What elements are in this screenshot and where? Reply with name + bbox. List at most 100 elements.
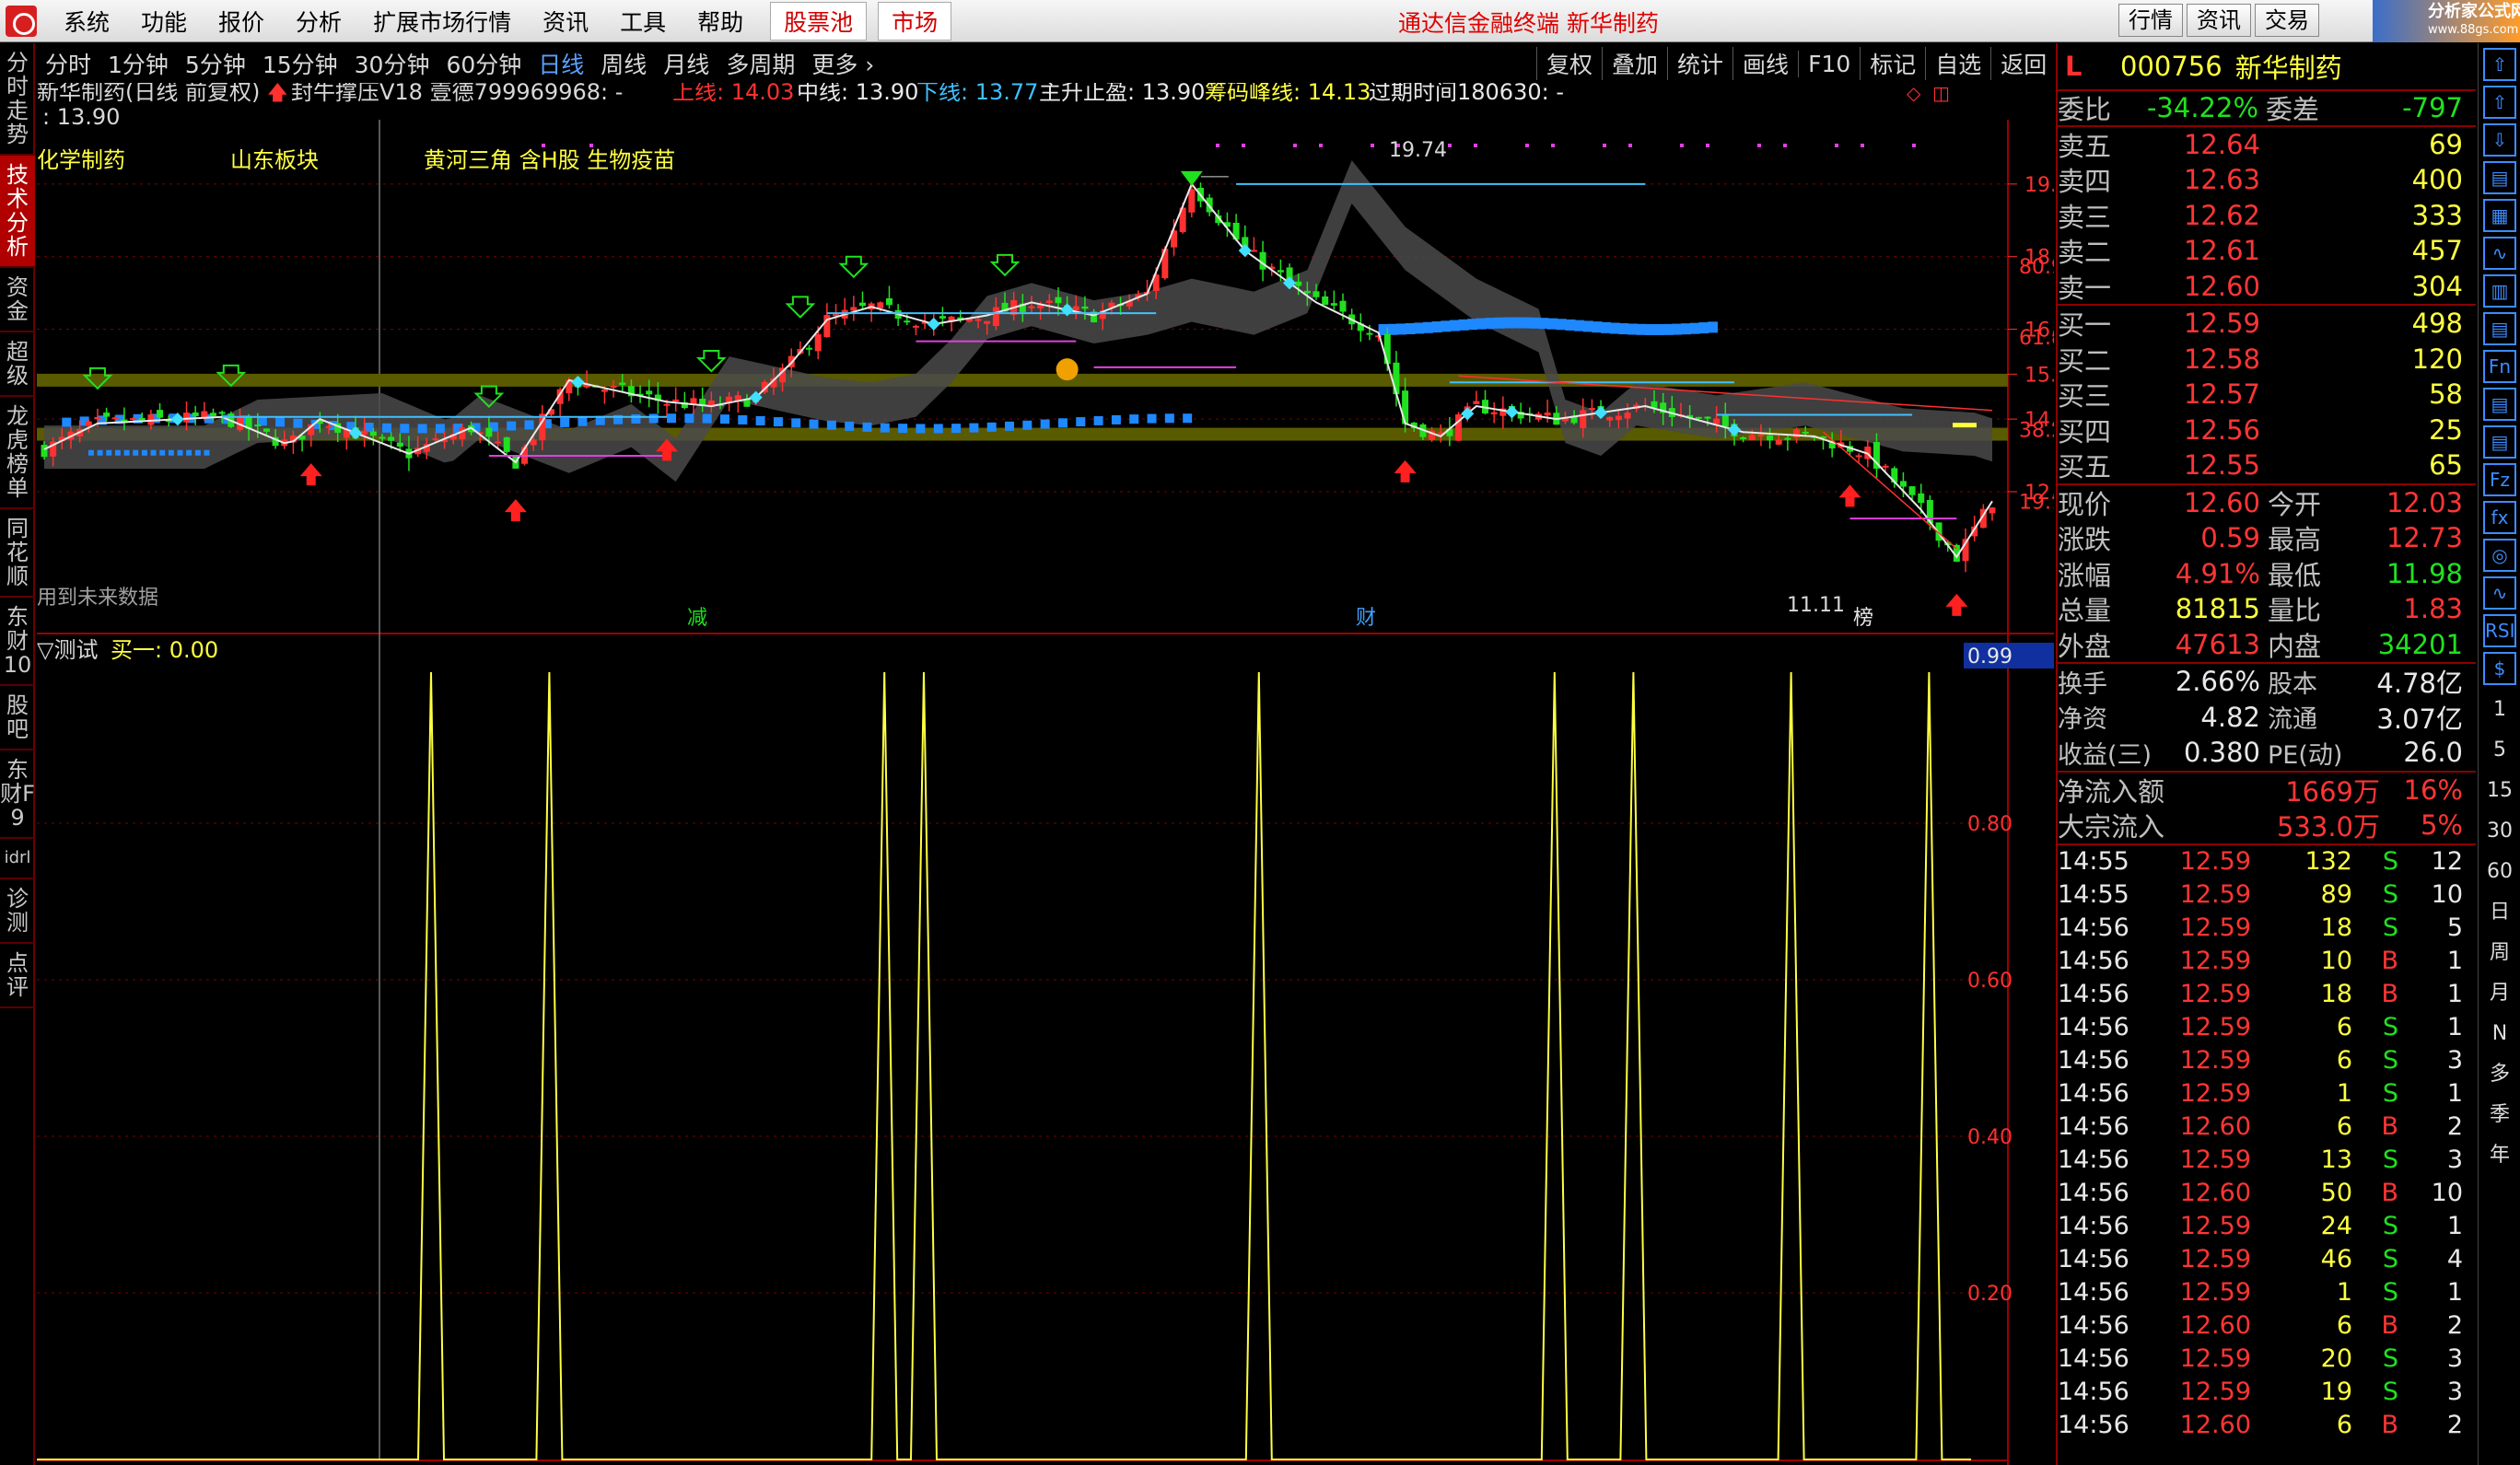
tick-row[interactable]: 14:56 12.59 10 B 1 [2058, 945, 2476, 978]
quote-tab-button[interactable]: 行情 [2118, 4, 2183, 37]
event-list[interactable]: 榜 [1853, 607, 1873, 630]
buy-level-row[interactable]: 买一 12.59 498 [2058, 306, 2476, 342]
sidebar-item-review[interactable]: 点评 [0, 944, 35, 1008]
period-shortcut[interactable]: 60 [2479, 852, 2520, 892]
tool-icon-7[interactable]: ▤ [2483, 312, 2516, 345]
menu-function[interactable]: 功能 [125, 5, 203, 38]
period-shortcut[interactable]: 15 [2479, 771, 2520, 811]
tag-region[interactable]: 山东板块 [230, 147, 319, 173]
sell-level-row[interactable]: 卖二 12.61 457 [2058, 233, 2476, 269]
news-tab-button[interactable]: 资讯 [2187, 4, 2251, 37]
menu-news[interactable]: 资讯 [527, 5, 604, 38]
sidebar-item-intraday[interactable]: 分时走势 [0, 43, 35, 156]
period-shortcut[interactable]: 季 [2479, 1095, 2520, 1135]
tool-icon-8[interactable]: Fn [2483, 350, 2516, 383]
sell-level-row[interactable]: 卖四 12.63 400 [2058, 162, 2476, 198]
tool-draw[interactable]: 画线 [1732, 47, 1798, 80]
tick-row[interactable]: 14:56 12.59 20 S 3 [2058, 1343, 2476, 1376]
period-30min[interactable]: 30分钟 [346, 47, 438, 80]
tool-icon-15[interactable]: RSI [2483, 614, 2516, 647]
menu-extended-market[interactable]: 扩展市场行情 [357, 5, 527, 38]
kline-chart[interactable]: 19.7418.0616.3815.3414.3012.6280.9%61.8%… [37, 83, 2054, 1465]
menu-analysis[interactable]: 分析 [280, 5, 357, 38]
sidebar-item-fund[interactable]: 资金 [0, 268, 35, 332]
menu-tools[interactable]: 工具 [604, 5, 682, 38]
sidebar-item-eastmoney-f9[interactable]: 东财F9 [0, 750, 35, 839]
tag-sector[interactable]: 化学制药 [37, 147, 125, 173]
tick-row[interactable]: 14:56 12.59 24 S 1 [2058, 1210, 2476, 1243]
tag-concepts[interactable]: 黄河三角 含H股 生物疫苗 [424, 147, 675, 173]
sidebar-item-ths[interactable]: 同花顺 [0, 509, 35, 598]
tool-icon-13[interactable]: ◎ [2483, 539, 2516, 572]
buy-level-row[interactable]: 买二 12.58 120 [2058, 342, 2476, 378]
period-weekly[interactable]: 周线 [592, 47, 655, 80]
tick-row[interactable]: 14:56 12.59 18 S 5 [2058, 912, 2476, 945]
period-shortcut[interactable]: 5 [2479, 730, 2520, 771]
menu-quote[interactable]: 报价 [203, 5, 280, 38]
tool-restore-right[interactable]: 复权 [1536, 47, 1602, 80]
stock-code[interactable]: 000756 [2120, 51, 2222, 82]
tick-row[interactable]: 14:56 12.59 13 S 3 [2058, 1144, 2476, 1177]
sell-level-row[interactable]: 卖三 12.62 333 [2058, 198, 2476, 234]
tick-row[interactable]: 14:56 12.59 6 S 1 [2058, 1011, 2476, 1044]
period-1min[interactable]: 1分钟 [99, 47, 177, 80]
buy-level-row[interactable]: 买三 12.57 58 [2058, 377, 2476, 413]
sidebar-item-dragon-tiger[interactable]: 龙虎榜单 [0, 397, 35, 509]
tool-statistics[interactable]: 统计 [1667, 47, 1732, 80]
tick-row[interactable]: 14:55 12.59 89 S 10 [2058, 878, 2476, 912]
period-shortcut[interactable]: 周 [2479, 933, 2520, 973]
tool-watchlist[interactable]: 自选 [1925, 47, 1990, 80]
period-more[interactable]: 更多 › [803, 47, 882, 80]
tool-icon-5[interactable]: ∿ [2483, 237, 2516, 270]
tick-row[interactable]: 14:56 12.59 19 S 3 [2058, 1376, 2476, 1409]
tick-row[interactable]: 14:56 12.59 1 S 1 [2058, 1077, 2476, 1110]
tool-icon-9[interactable]: ▤ [2483, 388, 2516, 421]
tick-row[interactable]: 14:56 12.60 6 B 2 [2058, 1409, 2476, 1442]
period-shortcut[interactable]: 月 [2479, 973, 2520, 1014]
tick-row[interactable]: 14:56 12.59 18 B 1 [2058, 978, 2476, 1011]
stock-name[interactable]: 新华制药 [2235, 47, 2342, 86]
tool-icon-3[interactable]: ▤ [2483, 161, 2516, 194]
period-shortcut[interactable]: 1 [2479, 690, 2520, 730]
sidebar-item-super[interactable]: 超级 [0, 332, 35, 397]
sidebar-item-eastmoney10[interactable]: 东财10 [0, 598, 35, 686]
tool-icon-1[interactable]: ⇧ [2483, 86, 2516, 119]
tool-mark[interactable]: 标记 [1860, 47, 1925, 80]
period-intraday[interactable]: 分时 [37, 47, 99, 80]
event-reduce[interactable]: 减 [687, 607, 707, 630]
sell-level-row[interactable]: 卖一 12.60 304 [2058, 269, 2476, 305]
tick-row[interactable]: 14:56 12.59 6 S 3 [2058, 1044, 2476, 1077]
window-icon[interactable]: ◫ [1932, 83, 1950, 104]
tick-row[interactable]: 14:55 12.59 132 S 12 [2058, 845, 2476, 878]
tool-icon-6[interactable]: ▥ [2483, 274, 2516, 308]
sidebar-item-forum[interactable]: 股吧 [0, 686, 35, 750]
tool-overlay[interactable]: 叠加 [1602, 47, 1667, 80]
buy-level-row[interactable]: 买五 12.55 65 [2058, 448, 2476, 483]
sell-level-row[interactable]: 卖五 12.64 69 [2058, 127, 2476, 163]
tool-icon-12[interactable]: fx [2483, 501, 2516, 534]
period-monthly[interactable]: 月线 [655, 47, 718, 80]
event-finance[interactable]: 财 [1356, 607, 1376, 630]
sidebar-item-idrl[interactable]: idrl [0, 839, 35, 879]
tool-f10[interactable]: F10 [1798, 50, 1860, 77]
tool-icon-14[interactable]: ∿ [2483, 576, 2516, 610]
menu-system[interactable]: 系统 [48, 5, 125, 38]
tool-icon-4[interactable]: ▦ [2483, 199, 2516, 232]
tick-row[interactable]: 14:56 12.60 6 B 2 [2058, 1110, 2476, 1144]
buy-level-row[interactable]: 买四 12.56 25 [2058, 413, 2476, 448]
sidebar-item-technical[interactable]: 技术分析 [0, 156, 35, 268]
period-shortcut[interactable]: 年 [2479, 1135, 2520, 1176]
tool-icon-16[interactable]: $ [2483, 652, 2516, 685]
tick-row[interactable]: 14:56 12.60 50 B 10 [2058, 1177, 2476, 1210]
stock-pool-button[interactable]: 股票池 [770, 1, 868, 41]
period-shortcut[interactable]: N [2479, 1014, 2520, 1054]
period-60min[interactable]: 60分钟 [438, 47, 530, 80]
market-button[interactable]: 市场 [878, 1, 952, 41]
period-shortcut[interactable]: 日 [2479, 892, 2520, 933]
tick-row[interactable]: 14:56 12.59 1 S 1 [2058, 1276, 2476, 1309]
period-shortcut[interactable]: 多 [2479, 1054, 2520, 1095]
tick-list[interactable]: 14:55 12.59 132 S 12 14:55 12.59 89 S 10 14:56 12.5… [2058, 845, 2476, 1442]
sidebar-item-diagnose[interactable]: 诊测 [0, 879, 35, 944]
period-shortcut[interactable]: 30 [2479, 811, 2520, 852]
period-daily[interactable]: 日线 [530, 47, 592, 80]
